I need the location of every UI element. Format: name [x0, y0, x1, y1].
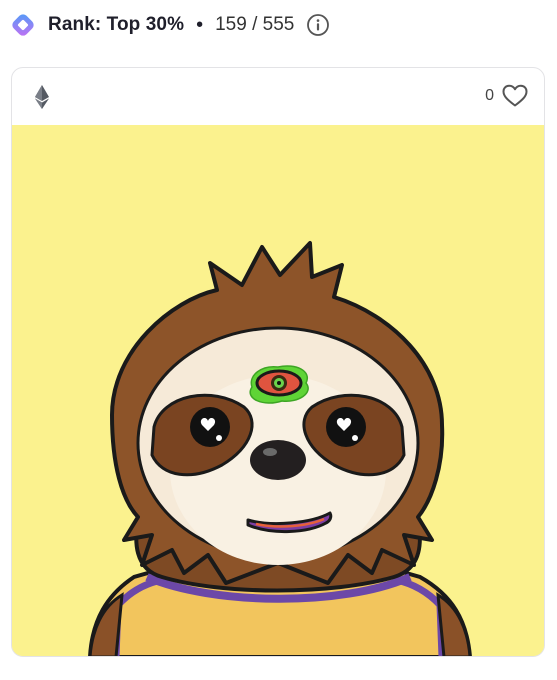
rank-position: 159 / 555 [215, 14, 295, 35]
info-circle-icon[interactable] [306, 13, 330, 37]
heart-outline-icon[interactable] [502, 84, 528, 108]
rank-label: Rank: Top 30% [48, 14, 185, 35]
likes: 0 [485, 84, 528, 108]
nft-artwork[interactable] [12, 125, 544, 656]
rank-bar: Rank: Top 30% • 159 / 555 [10, 10, 330, 40]
rank-separator: • [196, 14, 204, 36]
sloth-with-third-eye [12, 125, 544, 656]
card-header: 0 [12, 68, 544, 125]
rarity-diamond-icon [10, 12, 36, 38]
likes-count: 0 [485, 87, 494, 104]
ethereum-icon [32, 85, 52, 109]
nft-card[interactable]: 0 [11, 67, 545, 657]
